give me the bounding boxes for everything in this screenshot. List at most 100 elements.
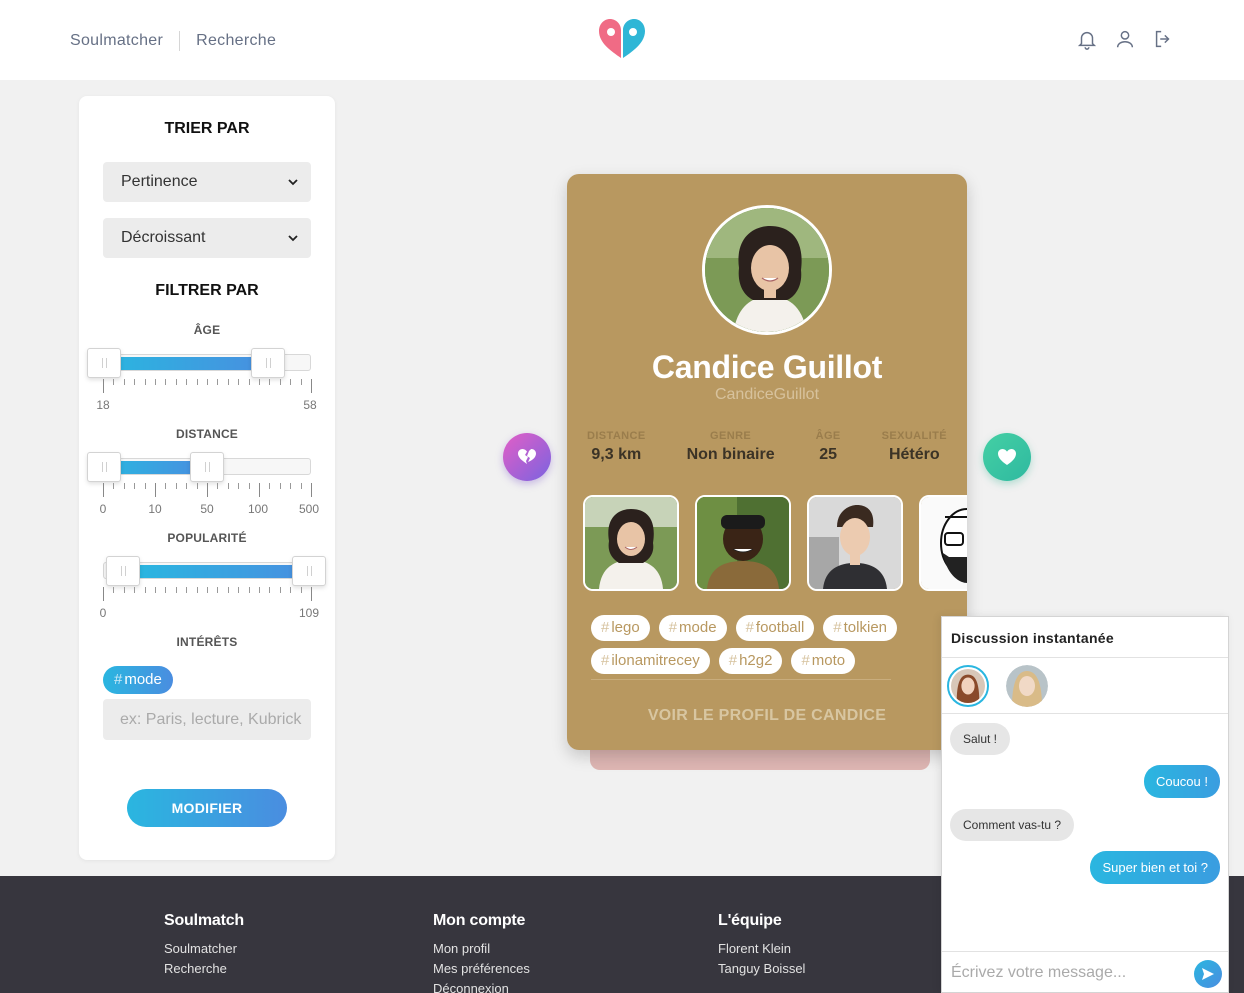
user-icon[interactable] — [1114, 28, 1136, 50]
popularity-min-handle[interactable] — [106, 556, 140, 586]
send-button[interactable] — [1194, 960, 1222, 988]
interest-tag[interactable]: # mode — [658, 615, 727, 641]
slider-tick — [145, 483, 146, 489]
profile-card[interactable]: Candice Guillot CandiceGuillot DISTANCE 9… — [567, 174, 967, 750]
footer-link[interactable]: Recherche — [164, 959, 244, 979]
distance-tick-50: 50 — [200, 502, 214, 516]
footer-link[interactable]: Tanguy Boissel — [718, 959, 805, 979]
chat-contact-avatar[interactable] — [1006, 665, 1048, 707]
slider-tick — [301, 587, 302, 593]
slider-tick — [145, 379, 146, 385]
age-max-handle[interactable] — [251, 348, 285, 378]
slider-tick — [311, 587, 312, 601]
distance-min-handle[interactable] — [87, 452, 121, 482]
photo-thumbnail[interactable] — [919, 495, 967, 591]
slider-tick — [103, 379, 104, 393]
sort-by-select[interactable]: Pertinence — [103, 162, 311, 202]
chat-contact-avatar[interactable] — [947, 665, 989, 707]
broken-heart-icon — [518, 449, 536, 464]
main-nav: Soulmatcher Recherche — [70, 31, 276, 51]
dislike-button[interactable] — [503, 433, 551, 481]
interest-tag[interactable]: # football — [735, 615, 815, 641]
chat-message-sent: Coucou ! — [1143, 765, 1220, 798]
view-profile-button[interactable]: VOIR LE PROFIL DE CANDICE — [567, 707, 967, 725]
heart-icon — [998, 449, 1016, 465]
distance-tick-10: 10 — [148, 502, 162, 516]
chat-contacts — [942, 658, 1228, 714]
slider-tick — [238, 483, 239, 489]
distance-tick-100: 100 — [247, 502, 269, 516]
stat-gender: GENRE Non binaire — [687, 430, 775, 464]
photo-thumbnail[interactable] — [695, 495, 791, 591]
age-min-handle[interactable] — [87, 348, 121, 378]
soulmatch-logo[interactable] — [597, 18, 647, 60]
slider-tick — [280, 379, 281, 385]
hash-symbol: # — [114, 671, 123, 688]
slider-tick — [228, 483, 229, 489]
slider-tick — [238, 379, 239, 385]
sort-order-select[interactable]: Décroissant — [103, 218, 311, 258]
chat-input[interactable]: Écrivez votre message... — [942, 951, 1228, 992]
interest-tag[interactable]: # moto — [791, 648, 856, 674]
like-button[interactable] — [983, 433, 1031, 481]
footer-link[interactable]: Soulmatcher — [164, 939, 244, 959]
slider-tick — [124, 379, 125, 385]
slider-tick — [165, 483, 166, 489]
send-icon — [1202, 968, 1214, 980]
interest-tag[interactable]: # lego — [591, 615, 650, 641]
distance-max-handle[interactable] — [190, 452, 224, 482]
profile-stats: DISTANCE 9,3 km GENRE Non binaire ÂGE 25 SE… — [587, 430, 947, 464]
profile-username: CandiceGuillot — [714, 386, 820, 403]
slider-tick — [269, 379, 270, 385]
slider-tick — [290, 379, 291, 385]
slider-tick — [207, 483, 208, 497]
footer-link[interactable]: Mes préférences — [433, 959, 530, 979]
footer-link[interactable]: Déconnexion — [433, 979, 530, 993]
hash-symbol: # — [833, 619, 842, 636]
footer-link[interactable]: Mon profil — [433, 939, 530, 959]
interest-tag-label: ilonamitrecey — [611, 652, 700, 669]
photo-strip — [583, 495, 967, 591]
hash-symbol: # — [601, 652, 610, 669]
popularity-label: POPULARITÉ — [167, 531, 247, 545]
interest-tag-label: h2g2 — [739, 652, 773, 669]
slider-tick — [280, 587, 281, 593]
footer-col-account: Mon compte Mon profil Mes préférences Dé… — [433, 912, 530, 993]
age-max-tick: 58 — [303, 398, 317, 412]
slider-tick — [301, 379, 302, 385]
card-divider — [591, 679, 891, 680]
interest-tag[interactable]: # h2g2 — [718, 648, 783, 674]
slider-tick — [259, 379, 260, 385]
interests-input[interactable]: ex: Paris, lecture, Kubrick — [103, 699, 311, 740]
slider-tick — [186, 483, 187, 489]
photo-thumbnail[interactable] — [807, 495, 903, 591]
chat-title[interactable]: Discussion instantanée — [942, 617, 1228, 658]
stat-distance: DISTANCE 9,3 km — [587, 430, 646, 464]
popularity-max-handle[interactable] — [292, 556, 326, 586]
interest-chip-mode[interactable]: # mode — [103, 666, 173, 694]
filters-panel: TRIER PAR Pertinence Décroissant FILTRER… — [79, 96, 335, 860]
footer-link[interactable]: Florent Klein — [718, 939, 805, 959]
modify-button[interactable]: MODIFIER — [127, 789, 287, 827]
interest-tag-label: mode — [679, 619, 717, 636]
interest-tag[interactable]: # tolkien — [823, 615, 897, 641]
photo-thumbnail[interactable] — [583, 495, 679, 591]
nav-recherche[interactable]: Recherche — [196, 32, 276, 50]
nav-soulmatcher[interactable]: Soulmatcher — [70, 32, 163, 50]
slider-tick — [186, 379, 187, 385]
slider-tick — [155, 379, 156, 385]
slider-tick — [134, 379, 135, 385]
interest-tags: # lego # mode # football # tolkien # ilonamitrece… — [591, 615, 911, 674]
footer-col-title: Soulmatch — [164, 912, 244, 929]
slider-tick — [155, 483, 156, 497]
slider-tick — [165, 587, 166, 593]
slider-tick — [249, 379, 250, 385]
slider-tick — [217, 483, 218, 489]
stat-age: ÂGE 25 — [816, 430, 841, 464]
hash-symbol: # — [601, 619, 610, 636]
slider-tick — [207, 379, 208, 385]
bell-icon[interactable] — [1076, 28, 1098, 50]
logout-icon[interactable] — [1152, 28, 1174, 50]
age-min-tick: 18 — [96, 398, 110, 412]
interest-tag[interactable]: # ilonamitrecey — [591, 648, 710, 674]
